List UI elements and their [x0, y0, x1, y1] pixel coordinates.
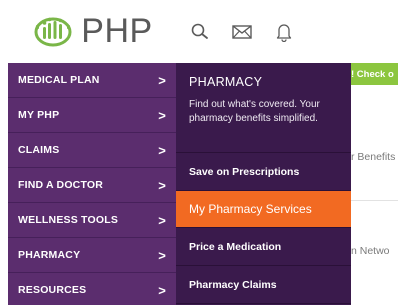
background-text-network: n Netwo: [351, 245, 390, 257]
sidebar-item-label: CLAIMS: [18, 144, 60, 156]
submenu-item-label: Save on Prescriptions: [189, 165, 300, 178]
php-logo-icon: [34, 17, 72, 46]
sidebar-item-pharmacy[interactable]: PHARMACY >: [8, 238, 176, 273]
mail-icon[interactable]: [230, 20, 254, 44]
sidebar-item-label: PHARMACY: [18, 249, 81, 261]
chevron-right-icon: >: [158, 72, 166, 88]
submenu-item-label: My Pharmacy Services: [189, 202, 312, 216]
pharmacy-submenu: PHARMACY Find out what's covered. Your p…: [176, 63, 351, 305]
chevron-right-icon: >: [158, 142, 166, 158]
chevron-right-icon: >: [158, 177, 166, 193]
bell-icon[interactable]: [272, 20, 296, 44]
header-icon-bar: [176, 0, 398, 63]
submenu-item-pharmacy-claims[interactable]: Pharmacy Claims: [176, 266, 351, 304]
sidebar-item-label: RESOURCES: [18, 284, 87, 296]
divider: [351, 200, 398, 201]
submenu-description: Find out what's covered. Your pharmacy b…: [189, 99, 320, 124]
submenu-title: PHARMACY: [189, 75, 263, 89]
submenu-item-my-pharmacy-services[interactable]: My Pharmacy Services: [176, 191, 351, 228]
background-page-content: ! Check o r Benefits n Netwo: [351, 63, 398, 305]
sidebar-item-wellness-tools[interactable]: WELLNESS TOOLS >: [8, 203, 176, 238]
submenu-item-price-a-medication[interactable]: Price a Medication: [176, 228, 351, 266]
chevron-right-icon: >: [158, 282, 166, 298]
sidebar-item-resources[interactable]: RESOURCES >: [8, 273, 176, 305]
sidebar-item-label: MEDICAL PLAN: [18, 74, 100, 86]
main-nav-sidebar: MEDICAL PLAN > MY PHP > CLAIMS > FIND A …: [8, 63, 176, 305]
submenu-item-save-on-prescriptions[interactable]: Save on Prescriptions: [176, 153, 351, 191]
chevron-right-icon: >: [158, 247, 166, 263]
chevron-right-icon: >: [158, 212, 166, 228]
submenu-item-label: Pharmacy Claims: [189, 278, 277, 291]
logo[interactable]: PHP: [8, 0, 176, 63]
sidebar-item-my-php[interactable]: MY PHP >: [8, 98, 176, 133]
chevron-right-icon: >: [158, 107, 166, 123]
submenu-item-label: Price a Medication: [189, 240, 282, 253]
logo-text: PHP: [81, 12, 153, 50]
sidebar-item-label: WELLNESS TOOLS: [18, 214, 119, 226]
sidebar-item-claims[interactable]: CLAIMS >: [8, 133, 176, 168]
sidebar-item-label: FIND A DOCTOR: [18, 179, 104, 191]
background-text-benefits: r Benefits: [351, 151, 396, 163]
alert-banner[interactable]: ! Check o: [351, 63, 398, 85]
sidebar-item-label: MY PHP: [18, 109, 60, 121]
sidebar-item-medical-plan[interactable]: MEDICAL PLAN >: [8, 63, 176, 98]
search-icon[interactable]: [188, 20, 212, 44]
submenu-header: PHARMACY Find out what's covered. Your p…: [176, 63, 351, 153]
sidebar-item-find-a-doctor[interactable]: FIND A DOCTOR >: [8, 168, 176, 203]
